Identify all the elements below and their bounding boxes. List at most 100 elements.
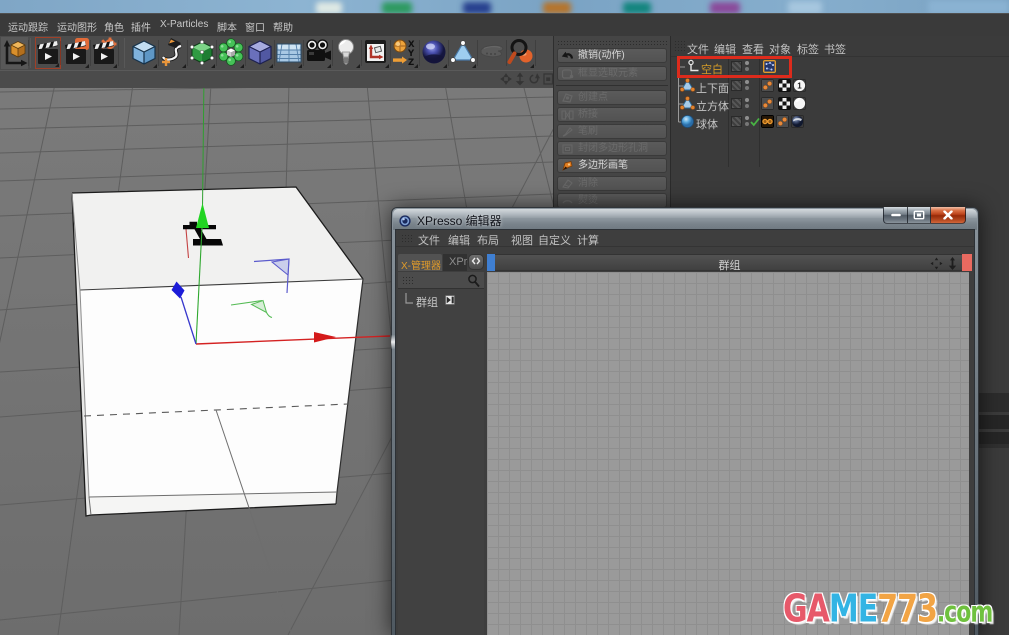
toolbar-render-picture-viewer-icon[interactable]	[507, 37, 535, 69]
visibility-toggle[interactable]	[731, 98, 742, 109]
visibility-toggle[interactable]	[731, 80, 742, 91]
right-edge-band	[979, 415, 1009, 429]
material-tag-1[interactable]: 1	[793, 79, 806, 92]
xpresso-node-canvas[interactable]	[487, 272, 969, 635]
om-menu-tags[interactable]: 标签	[797, 41, 819, 57]
toolbar-volume-cube-icon[interactable]	[246, 37, 274, 69]
group-header-right-handle[interactable]	[962, 254, 972, 271]
tab-xpresso-clipped[interactable]: XPre	[443, 254, 467, 271]
toolbar-coordinates-icon[interactable]	[1, 37, 28, 69]
toolbar-sky-icon[interactable]	[420, 37, 448, 69]
tab-x-manager[interactable]: X-管理器	[398, 254, 442, 271]
enabled-check-icon[interactable]	[750, 117, 760, 127]
menu-script[interactable]: 脚本	[217, 19, 237, 34]
cmd-bridge[interactable]: 桥接	[557, 107, 667, 122]
toolbar-camera-icon[interactable]	[304, 37, 332, 69]
collapse-group-icon[interactable]	[946, 257, 959, 270]
toolbar-disabled-tool-icon	[478, 37, 506, 69]
toolbar-record-clapperboard-icon[interactable]	[35, 37, 61, 69]
om-menu-file[interactable]: 文件	[687, 41, 709, 57]
selection-object-icon	[680, 96, 695, 111]
viewport-nav-icons[interactable]	[501, 73, 553, 85]
om-menu-edit[interactable]: 编辑	[714, 41, 736, 57]
xp-menu-view[interactable]: 视图	[511, 232, 533, 248]
cmd-frame-selected[interactable]: 框显选取元素	[557, 66, 667, 81]
cube-object[interactable]	[72, 187, 363, 635]
menu-mograph[interactable]: 运动图形	[57, 19, 97, 34]
menu-character[interactable]: 角色	[104, 19, 124, 34]
toolbar-axis-xyz-icon[interactable]: XYZ	[391, 37, 419, 69]
search-icon[interactable]	[467, 274, 480, 288]
cmd-polygon-pen[interactable]: 多边形画笔	[557, 158, 667, 173]
om-row-sphere[interactable]: 球体	[671, 113, 1009, 131]
move-group-icon[interactable]	[930, 257, 943, 270]
point-selection-tag[interactable]	[761, 97, 774, 110]
group-header-left-handle[interactable]	[487, 254, 495, 271]
object-name-topbottom[interactable]: 上下面	[696, 80, 729, 96]
cmd-close-polygon-hole[interactable]: 封闭多边形孔洞	[557, 141, 667, 156]
material-tag-white[interactable]	[793, 97, 806, 110]
toolbar-spline-pen-icon[interactable]	[159, 37, 187, 69]
uvw-tag[interactable]	[778, 97, 791, 110]
om-row-topbottom[interactable]: 上下面 1	[671, 77, 1009, 95]
minimize-button[interactable]	[883, 207, 907, 224]
visibility-toggle[interactable]	[731, 116, 742, 127]
cmd-dissolve[interactable]: 消除	[557, 176, 667, 191]
xp-menu-file[interactable]: 文件	[418, 232, 440, 248]
menu-window[interactable]: 窗口	[245, 19, 265, 34]
visibility-dots[interactable]	[744, 97, 749, 109]
xp-menu-calculate[interactable]: 计算	[577, 232, 599, 248]
group-header-title: 群组	[488, 257, 971, 273]
close-button[interactable]	[931, 207, 966, 224]
menu-plugins[interactable]: 插件	[131, 19, 151, 34]
om-menu-objects[interactable]: 对象	[769, 41, 791, 57]
palette-drag-grip[interactable]	[557, 40, 667, 46]
visibility-dots[interactable]	[744, 79, 749, 91]
toolbar-polygon-triangle-icon[interactable]	[449, 37, 477, 69]
om-menu-view[interactable]: 查看	[742, 41, 764, 57]
om-menu-bookmarks[interactable]: 书签	[824, 41, 846, 57]
cmd-brush[interactable]: 笔刷	[557, 124, 667, 139]
group-header-bar[interactable]: 群组	[487, 254, 972, 271]
toolbar-motion-system-clapperboard-icon[interactable]	[92, 37, 118, 69]
toolbar-cube-primitive-icon[interactable]	[130, 37, 158, 69]
menu-help[interactable]: 帮助	[273, 19, 293, 34]
object-name-cube[interactable]: 立方体	[696, 98, 729, 114]
cmd-iron[interactable]: 熨烫	[557, 193, 667, 208]
visibility-dots[interactable]	[744, 115, 749, 127]
submenu-corner-mark	[414, 64, 418, 68]
cmd-label: 框显选取元素	[578, 68, 638, 79]
menu-x-particles[interactable]: X-Particles	[160, 19, 208, 30]
material-tag-textured[interactable]	[791, 115, 804, 128]
tree-item-group[interactable]: 群组	[416, 294, 438, 310]
object-manager-grip[interactable]	[674, 40, 685, 52]
uvw-tag[interactable]	[778, 79, 791, 92]
xpresso-search-row	[398, 272, 484, 289]
toolbar-light-icon[interactable]	[333, 37, 361, 69]
menu-motion-tracker[interactable]: 运动跟踪	[8, 19, 48, 34]
cmd-create-point[interactable]: 创建点	[557, 90, 667, 105]
point-selection-tag[interactable]	[776, 115, 789, 128]
om-row-cube[interactable]: 立方体	[671, 95, 1009, 113]
tab-overflow-button[interactable]	[468, 254, 484, 270]
right-edge-band	[979, 444, 1009, 448]
toolbar-render-settings-icon[interactable]	[362, 37, 390, 69]
phong-tag[interactable]	[761, 115, 774, 128]
object-name-sphere[interactable]: 球体	[696, 116, 718, 132]
toolbar-mograph-cloner-icon[interactable]	[217, 37, 245, 69]
viewport-topbar	[0, 70, 553, 88]
tree-item-node-icon[interactable]	[445, 295, 455, 305]
toolbar-motion-clip-clapperboard-icon[interactable]	[64, 37, 90, 69]
xpresso-menu-grip[interactable]	[401, 234, 412, 244]
submenu-corner-mark	[356, 64, 360, 68]
xp-menu-customize[interactable]: 自定义	[538, 232, 571, 248]
toolbar-subdivision-surface-icon[interactable]	[188, 37, 216, 69]
cmd-undo-action[interactable]: 撤销(动作)	[557, 48, 667, 63]
maximize-button[interactable]	[907, 207, 931, 224]
toolbar-floor-plane-icon[interactable]	[275, 37, 303, 69]
xpresso-window[interactable]: XPresso 编辑器 文件 编辑 布局 视图 自定义 计算 X-管理器	[391, 207, 979, 635]
point-selection-tag[interactable]	[761, 79, 774, 92]
xp-menu-layout[interactable]: 布局	[477, 232, 499, 248]
xp-menu-edit[interactable]: 编辑	[448, 232, 470, 248]
search-grip[interactable]	[402, 276, 414, 286]
